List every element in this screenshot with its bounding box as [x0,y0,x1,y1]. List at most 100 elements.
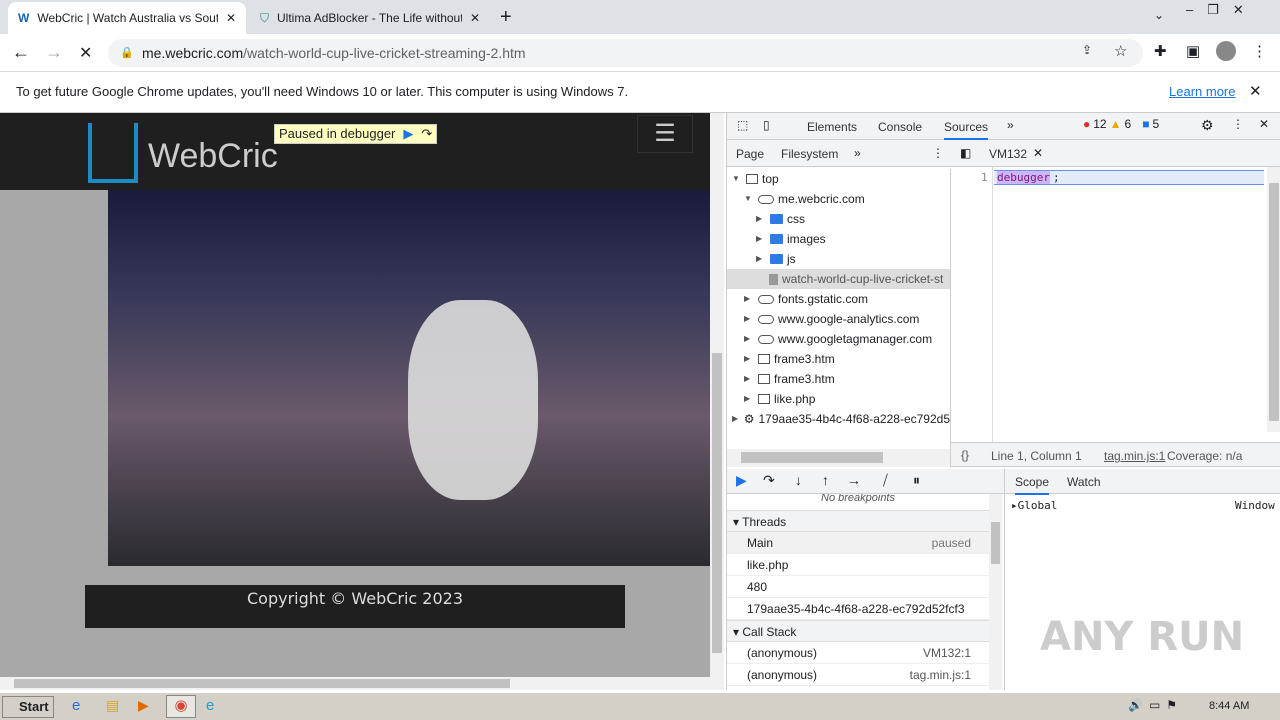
share-icon[interactable]: ⇪ [1082,43,1092,57]
tree-item-frame[interactable]: ▶ frame3.htm [727,369,950,389]
tab-elements[interactable]: Elements [807,120,857,134]
tree-item-domain[interactable]: ▼ me.webcric.com [727,189,950,209]
folder-icon [770,214,783,224]
close-icon[interactable]: ✕ [1033,146,1043,160]
callstack-section-header[interactable]: ▾ Call Stack [727,620,989,642]
tree-item-folder[interactable]: ▶ css [727,209,950,229]
url-input[interactable]: 🔒 me.webcric.com/watch-world-cup-live-cr… [108,39,1143,67]
start-button[interactable]: Start [2,696,54,718]
stop-icon[interactable]: ✕ [79,43,92,63]
paused-label: Paused in debugger [279,126,396,141]
media-player-icon[interactable]: ▶ [138,697,149,714]
tab-page[interactable]: Page [736,147,764,161]
resume-icon[interactable]: ▶ [403,125,413,143]
tab-scope[interactable]: Scope [1015,475,1050,495]
folder-icon [770,234,783,244]
editor-scrollbar[interactable] [1267,167,1280,432]
edge-icon[interactable]: e [206,697,214,714]
tab-webcric[interactable]: W WebCric | Watch Australia vs South ✕ [8,2,246,34]
message-count: 5 [1152,117,1160,131]
side-panel-icon[interactable]: ▣ [1186,42,1200,60]
ie-icon[interactable]: e [72,697,80,714]
step-icon[interactable]: → [847,472,861,488]
tab-sources[interactable]: Sources [944,120,989,140]
forward-icon[interactable]: → [45,42,63,63]
close-devtools-icon[interactable]: ✕ [1259,117,1269,131]
menu-icon[interactable]: ⋮ [1252,42,1267,60]
tree-horizontal-scrollbar[interactable] [727,449,951,467]
more-options-icon[interactable]: ⋮ [932,146,944,160]
close-icon[interactable]: ✕ [470,11,480,25]
tree-item-domain[interactable]: ▶ www.google-analytics.com [727,309,950,329]
video-player[interactable] [108,190,710,566]
pretty-print-icon[interactable]: {} [961,448,969,462]
horizontal-scrollbar[interactable] [0,677,710,690]
star-icon[interactable]: ☆ [1114,42,1127,60]
callstack-frame[interactable]: (anonymous) tag.min.js:1 [727,664,989,686]
tree-item-folder[interactable]: ▶ js [727,249,950,269]
tree-item-frame[interactable]: ▶ frame3.htm [727,349,950,369]
tree-item-domain[interactable]: ▶ fonts.gstatic.com [727,289,950,309]
scope-global[interactable]: ▸Global [1011,499,1057,512]
more-options-icon[interactable]: ⋮ [1232,117,1244,131]
window-controls[interactable]: –❐✕ [1186,2,1258,18]
paused-overlay: Paused in debugger ▶ ↷ [274,124,438,144]
copyright-text: Copyright © WebCric 2023 [246,589,464,608]
tree-item-folder[interactable]: ▶ images [727,229,950,249]
sidebar-scrollbar[interactable] [989,494,1002,690]
step-over-icon[interactable]: ↷ [763,472,775,489]
new-tab-button[interactable]: + [500,6,512,29]
more-tabs-icon[interactable]: » [1007,118,1014,132]
chrome-icon[interactable]: ◉ [166,695,196,718]
step-over-icon[interactable]: ↷ [421,125,432,143]
tree-label: top [762,172,779,186]
tab-console[interactable]: Console [878,120,922,134]
tree-item-file[interactable]: watch-world-cup-live-cricket-st [727,269,950,289]
learn-more-link[interactable]: Learn more [1169,72,1235,112]
resume-icon[interactable]: ▶ [736,472,747,489]
issues-counter[interactable]: ● 12 ▲ 6 ■ 5 [1083,117,1159,131]
close-icon[interactable]: ✕ [1249,72,1262,112]
webcric-logo-icon [88,123,138,183]
code-editor[interactable]: 1 debugger ; [951,167,1280,442]
source-link[interactable]: tag.min.js:1 [1104,449,1165,463]
vertical-scrollbar[interactable] [710,113,724,690]
tab-search-chevron-icon[interactable]: ⌄ [1154,8,1164,22]
threads-section-header[interactable]: ▾ Threads [727,510,989,532]
callstack-frame[interactable]: (anonymous) VM132:1 [727,642,989,664]
close-icon[interactable]: ✕ [226,11,236,25]
thread-item[interactable]: Main paused [727,532,989,554]
tab-watch[interactable]: Watch [1067,475,1101,489]
explorer-icon[interactable]: ▤ [106,697,119,714]
step-into-icon[interactable]: ↓ [795,472,802,488]
tab-adblocker[interactable]: ⛉ Ultima AdBlocker - The Life without A … [250,2,490,34]
tray-icons[interactable]: 🔊▭⚑ [1128,698,1183,712]
webcric-favicon-icon: W [18,11,30,25]
tree-item-frame[interactable]: ▶ like.php [727,389,950,409]
deactivate-breakpoints-icon[interactable]: ⧸ [883,472,888,489]
tree-item-top[interactable]: ▼ top [727,169,950,189]
cursor-position: Line 1, Column 1 [991,449,1082,463]
thread-item[interactable]: 480 [727,576,989,598]
tab-title: Ultima AdBlocker - The Life without A [277,11,462,25]
thread-item[interactable]: like.php [727,554,989,576]
thread-item[interactable]: 179aae35-4b4c-4f68-a228-ec792d52fcf3 [727,598,989,620]
inspect-icon[interactable]: ⬚ [737,118,748,132]
step-out-icon[interactable]: ↑ [822,472,829,488]
pause-on-exceptions-icon[interactable]: ⏸ [913,472,920,489]
tree-item-worker[interactable]: ▶ ⚙ 179aae35-4b4c-4f68-a228-ec792d5 [727,409,950,429]
tab-vm132[interactable]: VM132 [989,147,1027,161]
toggle-navigator-icon[interactable]: ◧ [960,146,971,160]
tab-filesystem[interactable]: Filesystem [781,147,838,161]
site-logo[interactable]: WebCric [148,137,278,176]
tree-item-domain[interactable]: ▶ www.googletagmanager.com [727,329,950,349]
settings-gear-icon[interactable]: ⚙ [1201,117,1214,134]
devtools-toolbar: ⬚ ▯ Elements Console Sources » ● 12 ▲ 6 ■ 5… [727,113,1280,140]
tree-label: www.googletagmanager.com [778,332,933,346]
extensions-icon[interactable]: ✚ [1154,42,1167,60]
device-toolbar-icon[interactable]: ▯ [763,118,770,132]
avatar[interactable] [1216,41,1236,61]
more-tabs-icon[interactable]: » [854,146,861,160]
hamburger-menu-button[interactable]: ☰ [637,115,693,153]
back-icon[interactable]: ← [12,42,30,63]
